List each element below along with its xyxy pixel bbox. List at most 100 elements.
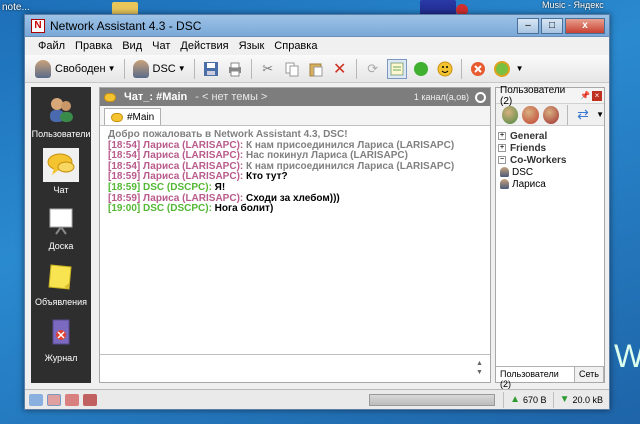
download-counter: ▼ 20.0 kB bbox=[552, 391, 609, 408]
users-panel-title: Пользователи (2) bbox=[500, 84, 566, 107]
expand-icon[interactable]: + bbox=[498, 132, 506, 140]
sticky-note-icon bbox=[43, 260, 79, 294]
chat-tab-icon bbox=[111, 112, 123, 122]
paste-icon[interactable] bbox=[306, 59, 326, 79]
menu-chat[interactable]: Чат bbox=[147, 40, 175, 52]
user-dropdown[interactable]: DSC ▼ bbox=[129, 58, 190, 80]
chat-title: Чат_: #Main bbox=[124, 91, 188, 103]
close-button[interactable]: x bbox=[565, 17, 605, 34]
user-icon bbox=[132, 59, 149, 78]
copy-icon[interactable] bbox=[282, 59, 302, 79]
user-tree: + General + Friends − Co-Workers DSC Лариса bbox=[496, 126, 604, 194]
desktop-w-logo: W bbox=[614, 338, 640, 374]
desktop-label-left: note... bbox=[2, 2, 30, 13]
tab-users[interactable]: Пользователи (2) bbox=[496, 367, 575, 389]
whiteboard-icon bbox=[43, 204, 79, 238]
menu-language[interactable]: Язык bbox=[234, 40, 270, 52]
chat-bubble-icon bbox=[43, 148, 79, 182]
user-icon bbox=[500, 179, 509, 189]
title-bar[interactable]: N Network Assistant 4.3 - DSC – □ x bbox=[25, 15, 609, 37]
traffic-meter bbox=[369, 393, 496, 406]
desktop-label-right: Music - Яндекс bbox=[542, 0, 604, 10]
toolbar-separator bbox=[123, 58, 125, 79]
group-friends[interactable]: + Friends bbox=[498, 142, 602, 154]
toolbar-separator bbox=[193, 58, 195, 79]
users-icon bbox=[43, 92, 79, 126]
nav-item-chat[interactable]: Чат bbox=[31, 143, 91, 199]
back-arrow-icon[interactable] bbox=[29, 393, 43, 406]
menu-help[interactable]: Справка bbox=[269, 40, 322, 52]
chat-icon bbox=[104, 92, 116, 102]
user-status-icon bbox=[35, 59, 51, 78]
menu-file[interactable]: Файл bbox=[33, 40, 70, 52]
notes-icon[interactable] bbox=[386, 58, 407, 79]
tab-main[interactable]: #Main bbox=[104, 108, 162, 125]
chat-header: Чат_: #Main - < нет темы > 1 канал(а,ов) bbox=[100, 88, 490, 106]
sync-icon[interactable]: ⇄ bbox=[574, 105, 592, 125]
menu-actions[interactable]: Действия bbox=[175, 40, 233, 52]
remove-user-icon[interactable] bbox=[522, 105, 539, 124]
user-item[interactable]: DSC bbox=[498, 166, 602, 178]
main-window: N Network Assistant 4.3 - DSC – □ x Файл… bbox=[24, 14, 610, 410]
toolbar-separator bbox=[567, 104, 568, 125]
tab-main-label: #Main bbox=[127, 111, 155, 123]
message-list: Добро пожаловать в Network Assistant 4.3… bbox=[100, 126, 490, 352]
chevron-down-icon[interactable]: ▼ bbox=[596, 110, 604, 119]
chat-topic[interactable]: - < нет темы > bbox=[195, 91, 267, 103]
maximize-button[interactable]: □ bbox=[541, 17, 563, 34]
online-status-icon[interactable] bbox=[411, 59, 431, 79]
nav-item-announcements[interactable]: Объявления bbox=[31, 255, 91, 311]
menu-view[interactable]: Вид bbox=[117, 40, 147, 52]
menu-edit[interactable]: Правка bbox=[70, 40, 117, 52]
toolbar-separator bbox=[460, 58, 462, 79]
tab-network[interactable]: Сеть bbox=[575, 367, 604, 382]
chat-panel: Чат_: #Main - < нет темы > 1 канал(а,ов)… bbox=[99, 87, 491, 383]
group-general[interactable]: + General bbox=[498, 130, 602, 142]
refresh-icon[interactable]: ⟳ bbox=[363, 59, 383, 79]
smiley-icon[interactable] bbox=[435, 59, 455, 79]
chevron-down-icon: ▼ bbox=[107, 64, 116, 73]
expand-icon[interactable]: + bbox=[498, 144, 506, 152]
nav-item-board[interactable]: Доска bbox=[31, 199, 91, 255]
user-label: DSC bbox=[152, 62, 176, 75]
user-item[interactable]: Лариса bbox=[498, 178, 602, 190]
nav-item-journal[interactable]: Журнал bbox=[31, 311, 91, 367]
connection-icon[interactable] bbox=[83, 393, 97, 406]
input-scroll-arrows[interactable]: ▲ ▼ bbox=[476, 359, 486, 377]
channel-count: 1 канал(а,ов) bbox=[413, 92, 469, 102]
add-user-icon[interactable] bbox=[502, 105, 519, 124]
nav-label-journal: Журнал bbox=[44, 353, 78, 363]
nav-label-users: Пользователи bbox=[31, 129, 91, 139]
menu-bar: Файл Правка Вид Чат Действия Язык Справк… bbox=[25, 37, 609, 55]
users-status-icon[interactable] bbox=[47, 393, 61, 406]
chevron-down-icon: ▼ bbox=[177, 64, 186, 73]
print-icon[interactable] bbox=[225, 59, 245, 79]
save-icon[interactable] bbox=[201, 59, 221, 79]
arrow-up-icon: ▲ bbox=[510, 394, 521, 405]
group-coworkers[interactable]: − Co-Workers bbox=[498, 154, 602, 166]
close-panel-icon[interactable]: × bbox=[592, 90, 602, 101]
collapse-icon[interactable]: − bbox=[498, 156, 506, 164]
upload-counter: ▲ 670 B bbox=[503, 391, 552, 408]
message-input[interactable]: ▲ ▼ bbox=[100, 354, 490, 382]
toolbar: Свободен ▼ DSC ▼ ✂ ✕ ⟳ ▼ bbox=[25, 55, 609, 83]
status-label: Свободен bbox=[55, 62, 106, 75]
chevron-down-icon[interactable]: ▼ bbox=[516, 64, 524, 73]
users-panel: Пользователи (2) 📌 × ⇄ ▼ + General + Frien… bbox=[495, 84, 605, 389]
nav-label-board: Доска bbox=[48, 241, 74, 251]
window-title: Network Assistant 4.3 - DSC bbox=[50, 18, 202, 33]
nav-item-users[interactable]: Пользователи bbox=[31, 87, 91, 143]
stop-icon[interactable] bbox=[468, 59, 488, 79]
pin-icon[interactable]: 📌 bbox=[580, 91, 590, 100]
cut-icon[interactable]: ✂ bbox=[258, 59, 278, 79]
minimize-button[interactable]: – bbox=[517, 17, 539, 34]
toolbar-separator bbox=[355, 58, 357, 79]
network-icon[interactable] bbox=[65, 393, 79, 406]
delete-icon[interactable]: ✕ bbox=[330, 59, 350, 79]
arrow-down-icon: ▼ bbox=[559, 394, 570, 405]
users-panel-tabs: Пользователи (2) Сеть bbox=[496, 366, 604, 389]
status-globe-icon[interactable] bbox=[492, 59, 512, 79]
status-dropdown[interactable]: Свободен ▼ bbox=[31, 58, 120, 80]
block-user-icon[interactable] bbox=[542, 105, 560, 124]
no-entry-icon[interactable] bbox=[475, 91, 486, 103]
